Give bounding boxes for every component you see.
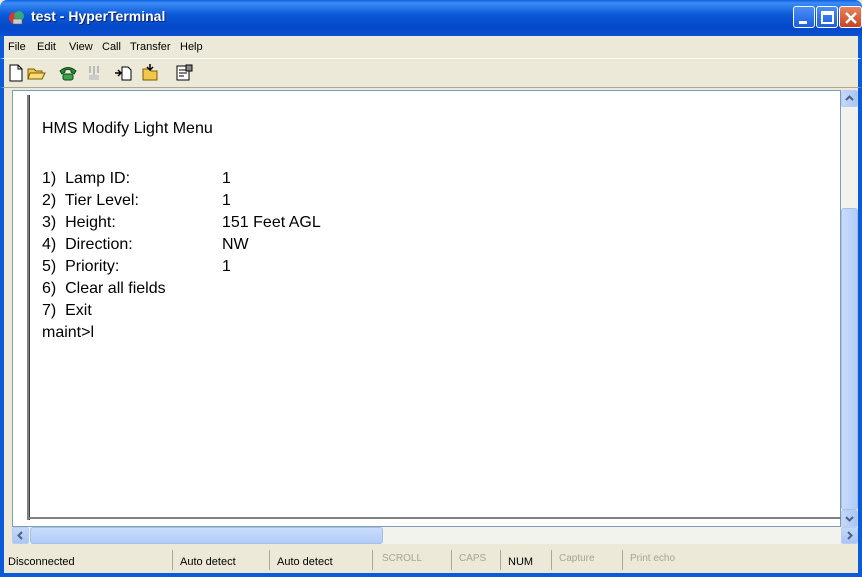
- menu-bar: File Edit View Call Transfer Help: [0, 36, 862, 58]
- status-connection: Disconnected: [8, 550, 173, 570]
- status-scroll: SCROLL: [382, 550, 452, 570]
- menu-edit[interactable]: Edit: [37, 41, 56, 53]
- minimize-icon: [799, 21, 807, 24]
- menu-item-value: NW: [222, 236, 249, 253]
- close-icon: [845, 12, 857, 24]
- window-title: test - HyperTerminal: [31, 8, 166, 24]
- horizontal-scroll-thumb[interactable]: [30, 527, 383, 544]
- menu-file[interactable]: File: [8, 41, 26, 53]
- hyperterminal-icon: [9, 11, 24, 25]
- status-bar: Disconnected Auto detect Auto detect SCR…: [0, 547, 862, 577]
- maximize-icon: [821, 11, 834, 24]
- menu-view[interactable]: View: [69, 41, 93, 53]
- menu-heading: HMS Modify Light Menu: [42, 120, 213, 137]
- menu-call[interactable]: Call: [102, 41, 121, 53]
- menu-item-value: 1: [222, 258, 231, 275]
- terminal-left-border: [27, 95, 30, 520]
- menu-item-value: 1: [222, 170, 231, 187]
- scroll-up-button[interactable]: [841, 90, 858, 107]
- menu-item-label: 2) Tier Level:: [42, 192, 139, 209]
- dial-icon[interactable]: [58, 63, 78, 83]
- terminal-bottom-border: [27, 517, 842, 520]
- open-icon[interactable]: [26, 63, 46, 83]
- receive-icon[interactable]: [140, 63, 160, 83]
- menu-item-value: 1: [222, 192, 231, 209]
- status-detect-2: Auto detect: [277, 550, 373, 570]
- menu-item-label: 4) Direction:: [42, 236, 133, 253]
- scroll-down-button[interactable]: [841, 510, 858, 527]
- vertical-scroll-thumb[interactable]: [841, 208, 858, 510]
- status-print-echo: Print echo: [630, 553, 676, 564]
- chevron-right-icon: [847, 531, 853, 540]
- horizontal-scrollbar[interactable]: [12, 527, 858, 544]
- menu-help[interactable]: Help: [180, 41, 203, 53]
- scroll-right-button[interactable]: [841, 527, 858, 544]
- menu-item-label: 6) Clear all fields: [42, 280, 166, 297]
- menu-transfer[interactable]: Transfer: [130, 41, 171, 53]
- menu-item-value: 151 Feet AGL: [222, 214, 321, 231]
- status-capture: Capture: [559, 550, 623, 570]
- chevron-down-icon: [845, 516, 854, 522]
- menu-item-label: 3) Height:: [42, 214, 116, 231]
- toolbar: [0, 58, 862, 88]
- vertical-scrollbar[interactable]: [841, 90, 858, 527]
- disconnect-icon[interactable]: [84, 63, 104, 83]
- status-caps: CAPS: [459, 550, 501, 570]
- close-button[interactable]: [839, 6, 862, 28]
- status-num: NUM: [508, 550, 552, 570]
- send-icon[interactable]: [114, 63, 134, 83]
- menu-item-label: 1) Lamp ID:: [42, 170, 131, 187]
- terminal-frame: HMS Modify Light Menu 1) Lamp ID: 1 2) T…: [0, 88, 862, 547]
- properties-icon[interactable]: [174, 63, 194, 83]
- title-bar[interactable]: test - HyperTerminal: [0, 0, 862, 36]
- command-prompt: maint>l: [42, 324, 95, 341]
- new-icon[interactable]: [6, 63, 26, 83]
- maximize-button[interactable]: [816, 6, 838, 28]
- chevron-left-icon: [17, 531, 23, 540]
- menu-item-label: 7) Exit: [42, 302, 92, 319]
- menu-item-label: 5) Priority:: [42, 258, 120, 275]
- status-detect-1: Auto detect: [180, 550, 270, 570]
- terminal-screen[interactable]: HMS Modify Light Menu 1) Lamp ID: 1 2) T…: [12, 90, 842, 527]
- scroll-left-button[interactable]: [12, 527, 29, 544]
- chevron-up-icon: [845, 95, 854, 101]
- minimize-button[interactable]: [793, 6, 815, 28]
